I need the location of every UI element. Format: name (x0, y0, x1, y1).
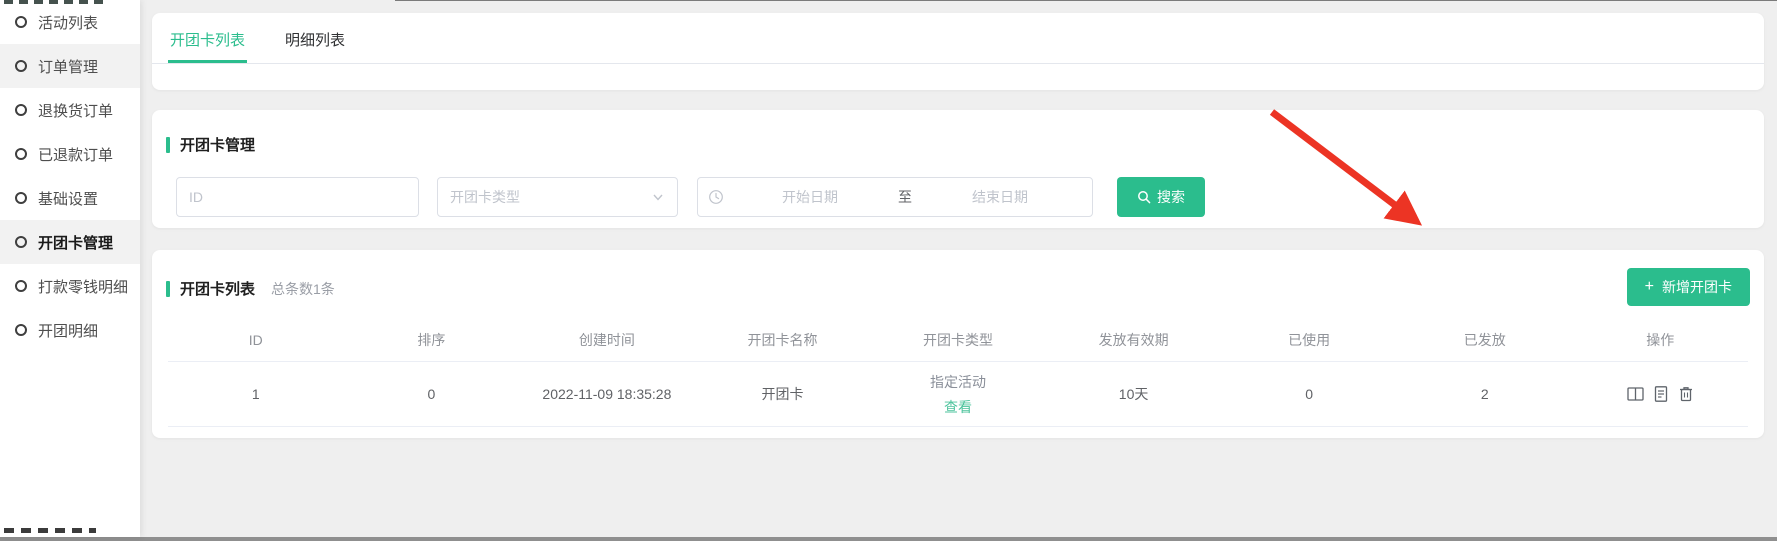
list-card: 开团卡列表 总条数1条 + 新增开团卡 ID 排序 创建时间 开团卡名称 开团卡… (152, 250, 1764, 438)
chevron-down-icon (651, 190, 665, 204)
circle-icon (15, 280, 27, 292)
tab-bar: 开团卡列表 明细列表 (152, 13, 1764, 64)
sidebar-item-label: 开团卡管理 (38, 232, 113, 253)
sidebar-item-7[interactable]: 开团明细 (0, 308, 140, 352)
sidebar-item-label: 基础设置 (38, 188, 98, 209)
col-header-id: ID (168, 332, 344, 348)
table-row: 1 0 2022-11-09 18:35:28 开团卡 指定活动 查看 10天 … (168, 362, 1748, 427)
circle-icon (15, 60, 27, 72)
sidebar-item-label: 活动列表 (38, 12, 98, 33)
col-header-used: 已使用 (1221, 330, 1397, 350)
col-header-actions: 操作 (1573, 330, 1749, 350)
sidebar-item-label: 开团明细 (38, 320, 98, 341)
circle-icon (15, 104, 27, 116)
list-title-text: 开团卡列表 (180, 278, 255, 299)
sidebar-item-0[interactable]: 活动列表 (0, 0, 140, 44)
circle-icon (15, 148, 27, 160)
col-header-sort: 排序 (344, 330, 520, 350)
add-button-label: 新增开团卡 (1662, 277, 1732, 297)
sidebar-item-label: 订单管理 (38, 56, 98, 77)
cell-validity: 10天 (1046, 384, 1222, 404)
filter-title-text: 开团卡管理 (180, 134, 255, 155)
tabs-card: 开团卡列表 明细列表 (152, 13, 1764, 90)
table-header-row: ID 排序 创建时间 开团卡名称 开团卡类型 发放有效期 已使用 已发放 操作 (168, 319, 1748, 362)
cell-actions (1573, 386, 1749, 402)
sidebar: 活动列表订单管理退换货订单已退款订单基础设置开团卡管理打款零钱明细开团明细 (0, 0, 140, 537)
group-card-table: ID 排序 创建时间 开团卡名称 开团卡类型 发放有效期 已使用 已发放 操作 … (168, 319, 1748, 427)
search-icon (1137, 190, 1151, 204)
cell-issued: 2 (1397, 386, 1573, 402)
col-header-issued: 已发放 (1397, 330, 1573, 350)
sidebar-item-label: 打款零钱明细 (38, 276, 128, 297)
sidebar-item-label: 退换货订单 (38, 100, 113, 121)
cell-name: 开团卡 (695, 384, 871, 404)
list-section-title: 开团卡列表 总条数1条 (152, 250, 1764, 299)
clock-icon (708, 189, 724, 205)
cell-type-text: 指定活动 (870, 372, 1046, 392)
add-group-card-button[interactable]: + 新增开团卡 (1627, 268, 1750, 306)
card-pages-icon[interactable] (1627, 386, 1644, 402)
sidebar-item-3[interactable]: 已退款订单 (0, 132, 140, 176)
cell-sort: 0 (344, 386, 520, 402)
window-top-border (395, 0, 1777, 1)
sidebar-item-5[interactable]: 开团卡管理 (0, 220, 140, 264)
col-header-created: 创建时间 (519, 330, 695, 350)
id-input[interactable] (176, 177, 419, 217)
cell-id: 1 (168, 386, 344, 402)
section-accent-bar (166, 281, 170, 297)
filter-section-title: 开团卡管理 (152, 110, 1764, 155)
sidebar-item-label: 已退款订单 (38, 144, 113, 165)
sidebar-item-2[interactable]: 退换货订单 (0, 88, 140, 132)
circle-icon (15, 192, 27, 204)
delete-icon[interactable] (1678, 386, 1694, 402)
card-type-select-placeholder: 开团卡类型 (450, 187, 520, 207)
search-button[interactable]: 搜索 (1117, 177, 1205, 217)
tab-detail-list[interactable]: 明细列表 (283, 29, 347, 63)
circle-icon (15, 236, 27, 248)
circle-icon (15, 16, 27, 28)
clipped-menu-item-fragment-top (4, 0, 104, 4)
card-type-select[interactable]: 开团卡类型 (437, 177, 678, 217)
col-header-type: 开团卡类型 (870, 330, 1046, 350)
end-date-input[interactable] (918, 188, 1082, 206)
start-date-input[interactable] (728, 188, 892, 206)
date-range-separator: 至 (892, 187, 918, 207)
section-accent-bar (166, 137, 170, 153)
document-icon[interactable] (1653, 386, 1669, 402)
window-bottom-bar (0, 537, 1777, 541)
sidebar-item-1[interactable]: 订单管理 (0, 44, 140, 88)
tab-open-group-card-list[interactable]: 开团卡列表 (168, 29, 247, 63)
search-button-label: 搜索 (1157, 187, 1185, 207)
sidebar-item-4[interactable]: 基础设置 (0, 176, 140, 220)
col-header-name: 开团卡名称 (695, 330, 871, 350)
date-range-picker[interactable]: 至 (697, 177, 1093, 217)
cell-used: 0 (1221, 386, 1397, 402)
filter-card: 开团卡管理 开团卡类型 至 (152, 110, 1764, 228)
circle-icon (15, 324, 27, 336)
plus-icon: + (1645, 279, 1654, 295)
cell-created: 2022-11-09 18:35:28 (519, 386, 695, 402)
view-link[interactable]: 查看 (944, 397, 972, 417)
filter-row: 开团卡类型 至 搜索 (176, 177, 1764, 217)
sidebar-item-6[interactable]: 打款零钱明细 (0, 264, 140, 308)
cell-type: 指定活动 查看 (870, 372, 1046, 417)
total-count-text: 总条数1条 (271, 279, 335, 299)
clipped-menu-item-fragment-bottom (4, 528, 96, 533)
col-header-validity: 发放有效期 (1046, 330, 1222, 350)
